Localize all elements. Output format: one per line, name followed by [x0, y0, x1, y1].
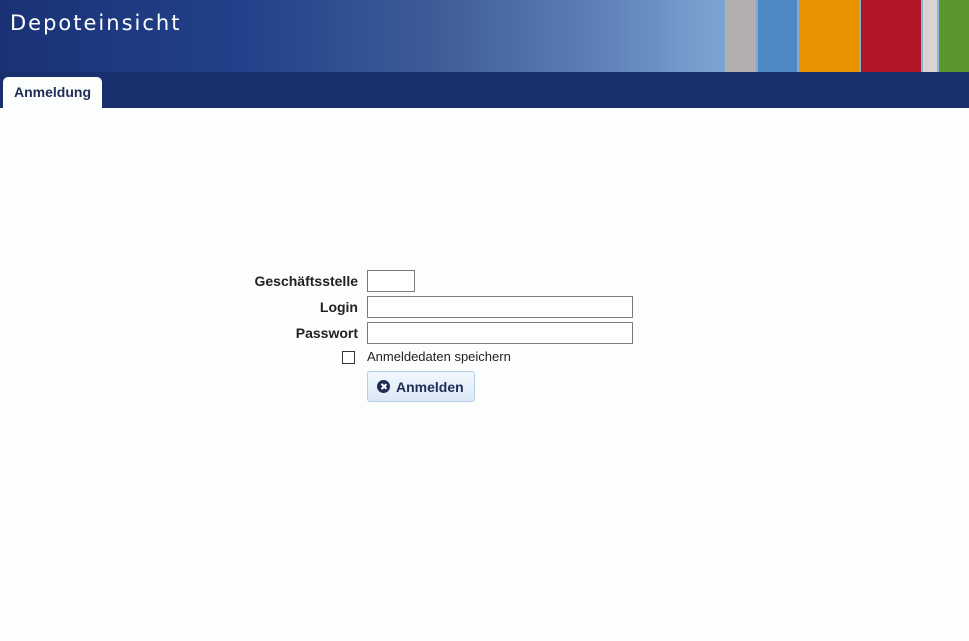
branch-label: Geschäftsstelle: [254, 273, 359, 289]
login-button-label: Anmelden: [396, 379, 464, 395]
password-label: Passwort: [295, 325, 358, 341]
tab-bar: Anmeldung: [0, 72, 969, 108]
password-input[interactable]: [367, 322, 633, 344]
header-stripe-red: [861, 0, 921, 72]
header-stripe-blue: [758, 0, 797, 72]
header-stripe-gray: [725, 0, 756, 72]
header-stripe-orange: [799, 0, 859, 72]
branch-input[interactable]: [367, 270, 415, 292]
app-title: Depoteinsicht: [10, 11, 182, 35]
tab-anmeldung[interactable]: Anmeldung: [3, 77, 102, 108]
login-label: Login: [319, 299, 358, 315]
login-input[interactable]: [367, 296, 633, 318]
header-stripe-green: [939, 0, 969, 72]
remember-checkbox[interactable]: [342, 351, 355, 364]
close-circle-icon: [377, 380, 390, 393]
remember-label: Anmeldedaten speichern: [367, 349, 511, 364]
app-header: Depoteinsicht: [0, 0, 969, 72]
header-stripe-light: [923, 0, 937, 72]
login-button[interactable]: Anmelden: [367, 371, 475, 402]
